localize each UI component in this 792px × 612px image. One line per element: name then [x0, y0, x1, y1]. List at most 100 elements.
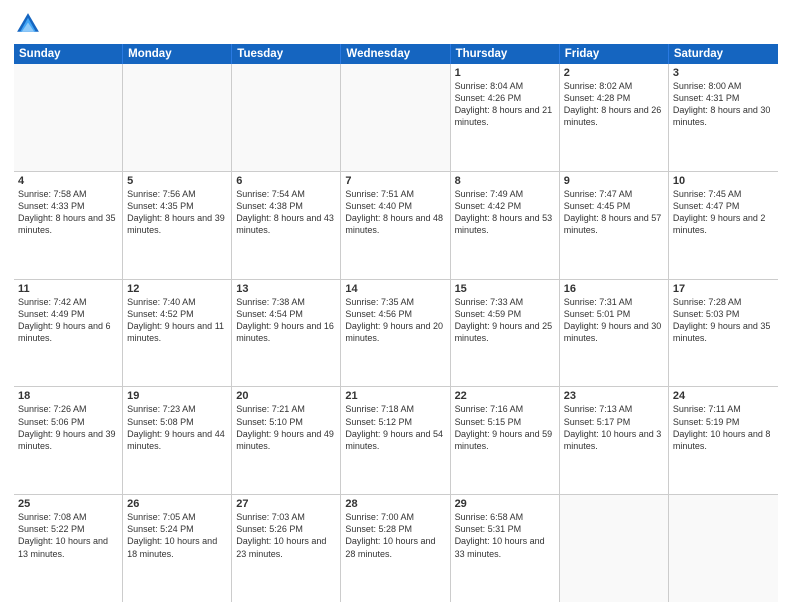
day-header-wednesday: Wednesday	[341, 44, 450, 64]
day-cell-1: 1Sunrise: 8:04 AM Sunset: 4:26 PM Daylig…	[451, 64, 560, 171]
day-number: 18	[18, 390, 118, 402]
day-cell-4: 4Sunrise: 7:58 AM Sunset: 4:33 PM Daylig…	[14, 172, 123, 279]
empty-cell	[341, 64, 450, 171]
day-info: Sunrise: 7:49 AM Sunset: 4:42 PM Dayligh…	[455, 188, 555, 237]
empty-cell	[669, 495, 778, 602]
day-info: Sunrise: 7:26 AM Sunset: 5:06 PM Dayligh…	[18, 403, 118, 452]
day-number: 3	[673, 67, 774, 79]
day-number: 23	[564, 390, 664, 402]
day-info: Sunrise: 7:28 AM Sunset: 5:03 PM Dayligh…	[673, 296, 774, 345]
day-cell-15: 15Sunrise: 7:33 AM Sunset: 4:59 PM Dayli…	[451, 280, 560, 387]
empty-cell	[14, 64, 123, 171]
day-cell-10: 10Sunrise: 7:45 AM Sunset: 4:47 PM Dayli…	[669, 172, 778, 279]
day-cell-13: 13Sunrise: 7:38 AM Sunset: 4:54 PM Dayli…	[232, 280, 341, 387]
day-number: 2	[564, 67, 664, 79]
day-cell-27: 27Sunrise: 7:03 AM Sunset: 5:26 PM Dayli…	[232, 495, 341, 602]
day-info: Sunrise: 7:13 AM Sunset: 5:17 PM Dayligh…	[564, 403, 664, 452]
day-number: 7	[345, 175, 445, 187]
day-cell-22: 22Sunrise: 7:16 AM Sunset: 5:15 PM Dayli…	[451, 387, 560, 494]
day-number: 29	[455, 498, 555, 510]
day-info: Sunrise: 7:00 AM Sunset: 5:28 PM Dayligh…	[345, 511, 445, 560]
day-info: Sunrise: 8:04 AM Sunset: 4:26 PM Dayligh…	[455, 80, 555, 129]
day-number: 12	[127, 283, 227, 295]
day-cell-26: 26Sunrise: 7:05 AM Sunset: 5:24 PM Dayli…	[123, 495, 232, 602]
day-number: 22	[455, 390, 555, 402]
day-number: 6	[236, 175, 336, 187]
day-cell-7: 7Sunrise: 7:51 AM Sunset: 4:40 PM Daylig…	[341, 172, 450, 279]
day-number: 4	[18, 175, 118, 187]
page: SundayMondayTuesdayWednesdayThursdayFrid…	[0, 0, 792, 612]
day-header-thursday: Thursday	[451, 44, 560, 64]
day-cell-24: 24Sunrise: 7:11 AM Sunset: 5:19 PM Dayli…	[669, 387, 778, 494]
day-cell-14: 14Sunrise: 7:35 AM Sunset: 4:56 PM Dayli…	[341, 280, 450, 387]
day-number: 27	[236, 498, 336, 510]
day-number: 24	[673, 390, 774, 402]
day-cell-19: 19Sunrise: 7:23 AM Sunset: 5:08 PM Dayli…	[123, 387, 232, 494]
day-info: Sunrise: 7:33 AM Sunset: 4:59 PM Dayligh…	[455, 296, 555, 345]
day-cell-16: 16Sunrise: 7:31 AM Sunset: 5:01 PM Dayli…	[560, 280, 669, 387]
logo	[14, 10, 44, 38]
header	[14, 10, 778, 38]
day-header-friday: Friday	[560, 44, 669, 64]
empty-cell	[232, 64, 341, 171]
day-number: 20	[236, 390, 336, 402]
day-number: 21	[345, 390, 445, 402]
day-number: 19	[127, 390, 227, 402]
day-cell-25: 25Sunrise: 7:08 AM Sunset: 5:22 PM Dayli…	[14, 495, 123, 602]
day-info: Sunrise: 7:31 AM Sunset: 5:01 PM Dayligh…	[564, 296, 664, 345]
day-number: 17	[673, 283, 774, 295]
day-number: 14	[345, 283, 445, 295]
day-number: 26	[127, 498, 227, 510]
day-cell-5: 5Sunrise: 7:56 AM Sunset: 4:35 PM Daylig…	[123, 172, 232, 279]
day-info: Sunrise: 7:11 AM Sunset: 5:19 PM Dayligh…	[673, 403, 774, 452]
day-cell-20: 20Sunrise: 7:21 AM Sunset: 5:10 PM Dayli…	[232, 387, 341, 494]
day-info: Sunrise: 7:03 AM Sunset: 5:26 PM Dayligh…	[236, 511, 336, 560]
day-cell-28: 28Sunrise: 7:00 AM Sunset: 5:28 PM Dayli…	[341, 495, 450, 602]
day-info: Sunrise: 8:00 AM Sunset: 4:31 PM Dayligh…	[673, 80, 774, 129]
day-cell-9: 9Sunrise: 7:47 AM Sunset: 4:45 PM Daylig…	[560, 172, 669, 279]
empty-cell	[560, 495, 669, 602]
day-info: Sunrise: 7:56 AM Sunset: 4:35 PM Dayligh…	[127, 188, 227, 237]
day-info: Sunrise: 7:21 AM Sunset: 5:10 PM Dayligh…	[236, 403, 336, 452]
day-info: Sunrise: 7:58 AM Sunset: 4:33 PM Dayligh…	[18, 188, 118, 237]
calendar-header: SundayMondayTuesdayWednesdayThursdayFrid…	[14, 44, 778, 64]
calendar: SundayMondayTuesdayWednesdayThursdayFrid…	[14, 44, 778, 602]
day-cell-6: 6Sunrise: 7:54 AM Sunset: 4:38 PM Daylig…	[232, 172, 341, 279]
day-number: 13	[236, 283, 336, 295]
day-info: Sunrise: 7:08 AM Sunset: 5:22 PM Dayligh…	[18, 511, 118, 560]
day-cell-17: 17Sunrise: 7:28 AM Sunset: 5:03 PM Dayli…	[669, 280, 778, 387]
empty-cell	[123, 64, 232, 171]
day-cell-23: 23Sunrise: 7:13 AM Sunset: 5:17 PM Dayli…	[560, 387, 669, 494]
day-info: Sunrise: 7:42 AM Sunset: 4:49 PM Dayligh…	[18, 296, 118, 345]
day-cell-8: 8Sunrise: 7:49 AM Sunset: 4:42 PM Daylig…	[451, 172, 560, 279]
logo-icon	[14, 10, 42, 38]
week-row-1: 1Sunrise: 8:04 AM Sunset: 4:26 PM Daylig…	[14, 64, 778, 172]
day-info: Sunrise: 7:47 AM Sunset: 4:45 PM Dayligh…	[564, 188, 664, 237]
calendar-body: 1Sunrise: 8:04 AM Sunset: 4:26 PM Daylig…	[14, 64, 778, 602]
day-info: Sunrise: 6:58 AM Sunset: 5:31 PM Dayligh…	[455, 511, 555, 560]
day-info: Sunrise: 7:16 AM Sunset: 5:15 PM Dayligh…	[455, 403, 555, 452]
day-info: Sunrise: 7:51 AM Sunset: 4:40 PM Dayligh…	[345, 188, 445, 237]
day-info: Sunrise: 7:54 AM Sunset: 4:38 PM Dayligh…	[236, 188, 336, 237]
day-info: Sunrise: 7:40 AM Sunset: 4:52 PM Dayligh…	[127, 296, 227, 345]
day-info: Sunrise: 7:05 AM Sunset: 5:24 PM Dayligh…	[127, 511, 227, 560]
day-number: 8	[455, 175, 555, 187]
day-info: Sunrise: 7:35 AM Sunset: 4:56 PM Dayligh…	[345, 296, 445, 345]
day-number: 1	[455, 67, 555, 79]
day-info: Sunrise: 7:38 AM Sunset: 4:54 PM Dayligh…	[236, 296, 336, 345]
day-info: Sunrise: 8:02 AM Sunset: 4:28 PM Dayligh…	[564, 80, 664, 129]
day-number: 28	[345, 498, 445, 510]
day-header-saturday: Saturday	[669, 44, 778, 64]
week-row-3: 11Sunrise: 7:42 AM Sunset: 4:49 PM Dayli…	[14, 280, 778, 388]
day-info: Sunrise: 7:23 AM Sunset: 5:08 PM Dayligh…	[127, 403, 227, 452]
week-row-5: 25Sunrise: 7:08 AM Sunset: 5:22 PM Dayli…	[14, 495, 778, 602]
day-number: 25	[18, 498, 118, 510]
day-cell-21: 21Sunrise: 7:18 AM Sunset: 5:12 PM Dayli…	[341, 387, 450, 494]
day-info: Sunrise: 7:18 AM Sunset: 5:12 PM Dayligh…	[345, 403, 445, 452]
day-cell-18: 18Sunrise: 7:26 AM Sunset: 5:06 PM Dayli…	[14, 387, 123, 494]
day-header-monday: Monday	[123, 44, 232, 64]
day-cell-12: 12Sunrise: 7:40 AM Sunset: 4:52 PM Dayli…	[123, 280, 232, 387]
day-number: 5	[127, 175, 227, 187]
day-header-tuesday: Tuesday	[232, 44, 341, 64]
day-header-sunday: Sunday	[14, 44, 123, 64]
